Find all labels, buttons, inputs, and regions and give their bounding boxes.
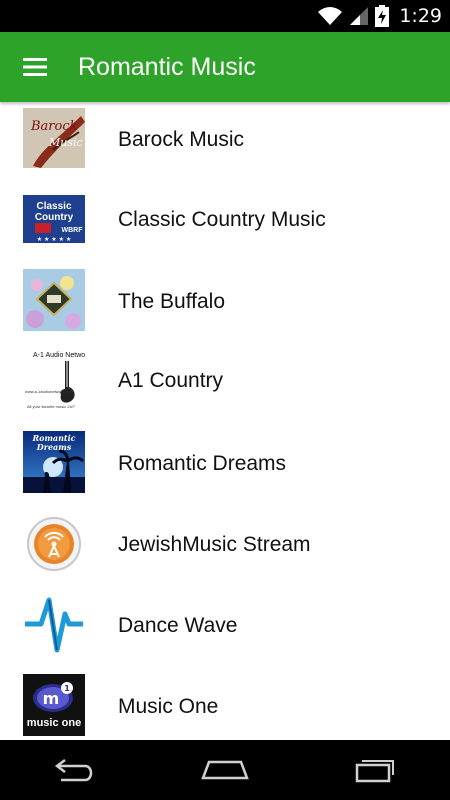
page-title: Romantic Music xyxy=(78,52,256,81)
station-name: A1 Country xyxy=(118,369,224,392)
station-name: Dance Wave xyxy=(118,614,238,637)
station-name: The Buffalo xyxy=(118,290,226,313)
svg-text:m: m xyxy=(43,689,60,708)
svg-text:Country: Country xyxy=(35,212,74,223)
romantic-dreams-logo: Romantic Dreams xyxy=(23,431,85,493)
svg-text:A-1 Audio Network: A-1 Audio Network xyxy=(33,352,85,359)
back-icon xyxy=(54,759,93,782)
the-buffalo-logo xyxy=(23,269,85,331)
station-name: Romantic Dreams xyxy=(118,452,287,475)
app-bar: Romantic Music xyxy=(0,32,450,102)
svg-text:www.a-1audionetwork.com: www.a-1audionetwork.com xyxy=(25,389,73,394)
list-item[interactable]: Barock Music Barock Music xyxy=(0,104,450,174)
list-item[interactable]: A-1 Audio Network www.a-1audionetwork.co… xyxy=(0,345,450,415)
svg-text:1: 1 xyxy=(64,684,70,693)
recent-apps-icon xyxy=(355,760,394,783)
svg-text:Music: Music xyxy=(48,136,83,149)
menu-button[interactable] xyxy=(0,32,70,102)
svg-text:Dreams: Dreams xyxy=(36,442,72,452)
battery-charging-icon xyxy=(375,5,390,27)
home-button[interactable] xyxy=(185,740,265,800)
list-item[interactable]: Classic Country WBRF ★ ★ ★ ★ ★ Classic C… xyxy=(0,183,450,253)
jewishmusic-stream-logo xyxy=(23,513,85,575)
status-bar: 1:29 xyxy=(0,0,450,32)
station-name: Barock Music xyxy=(118,128,245,151)
svg-text:music one: music one xyxy=(27,717,81,729)
station-name: JewishMusic Stream xyxy=(118,533,311,556)
svg-text:WBRF: WBRF xyxy=(62,227,84,234)
home-icon xyxy=(201,760,249,780)
list-item[interactable]: The Buffalo xyxy=(0,266,450,336)
back-button[interactable] xyxy=(35,740,115,800)
svg-text:Barock: Barock xyxy=(30,119,78,134)
signal-icon xyxy=(349,6,369,26)
station-name: Classic Country Music xyxy=(118,208,326,231)
recent-apps-button[interactable] xyxy=(335,740,415,800)
svg-text:★ ★ ★ ★ ★: ★ ★ ★ ★ ★ xyxy=(37,236,72,243)
list-item[interactable]: Romantic Dreams Romantic Dreams xyxy=(0,428,450,498)
dance-wave-logo xyxy=(23,594,85,656)
music-one-logo: m 1 music one xyxy=(23,674,85,736)
hamburger-menu-icon xyxy=(23,58,47,76)
wifi-icon xyxy=(317,6,343,26)
a1-audio-network-logo: A-1 Audio Network www.a-1audionetwork.co… xyxy=(23,347,85,411)
list-item[interactable]: m 1 music one Music One xyxy=(0,671,450,740)
navigation-bar xyxy=(0,740,450,800)
classic-country-logo: Classic Country WBRF ★ ★ ★ ★ ★ xyxy=(23,195,85,243)
station-name: Music One xyxy=(118,695,219,718)
station-list[interactable]: Barock Music Barock Music Classic Countr… xyxy=(0,102,450,740)
svg-text:All your favorite music 24/7: All your favorite music 24/7 xyxy=(27,404,76,409)
barock-music-logo: Barock Music xyxy=(23,108,85,168)
list-item[interactable]: JewishMusic Stream xyxy=(0,509,450,579)
svg-text:Classic: Classic xyxy=(36,201,71,212)
status-time: 1:29 xyxy=(399,5,442,27)
list-item[interactable]: Dance Wave xyxy=(0,590,450,660)
